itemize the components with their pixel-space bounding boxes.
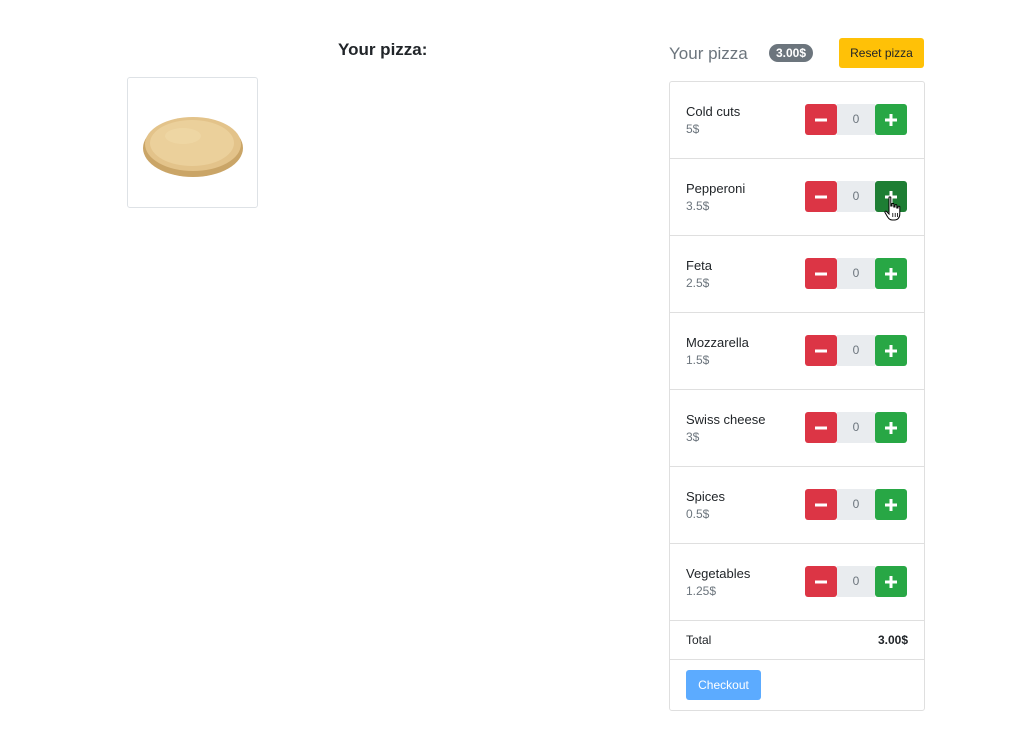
ingredient-name: Vegetables xyxy=(686,566,751,581)
ingredient-row-cold-cuts: Cold cuts 5$ 0 xyxy=(670,82,924,159)
minus-icon xyxy=(815,118,827,121)
ingredient-price: 3$ xyxy=(686,430,700,444)
decrease-button[interactable] xyxy=(805,566,837,597)
ingredient-row-mozzarella: Mozzarella 1.5$ 0 xyxy=(670,313,924,390)
increase-button[interactable] xyxy=(875,489,907,520)
decrease-button[interactable] xyxy=(805,258,837,289)
ingredient-row-feta: Feta 2.5$ 0 xyxy=(670,236,924,313)
price-badge: 3.00$ xyxy=(769,44,814,62)
quantity-field[interactable]: 0 xyxy=(837,489,875,520)
decrease-button[interactable] xyxy=(805,489,837,520)
ingredient-name: Mozzarella xyxy=(686,335,749,350)
ingredient-price: 1.25$ xyxy=(686,584,717,598)
total-value: 3.00$ xyxy=(877,633,908,647)
ingredient-name: Swiss cheese xyxy=(686,412,766,427)
quantity-field[interactable]: 0 xyxy=(837,181,875,212)
decrease-button[interactable] xyxy=(805,412,837,443)
plus-icon xyxy=(885,344,897,357)
ingredient-list: Cold cuts 5$ 0 Pepperoni 3.5$ 0 Feta 2.5… xyxy=(669,81,925,711)
pizza-preview xyxy=(127,77,258,208)
plus-icon xyxy=(885,498,897,511)
ingredient-price: 1.5$ xyxy=(686,353,710,367)
increase-button[interactable] xyxy=(875,566,907,597)
pizza-preview-title: Your pizza: xyxy=(338,40,428,59)
quantity-field[interactable]: 0 xyxy=(837,566,875,597)
increase-button[interactable] xyxy=(875,258,907,289)
ingredient-price: 0.5$ xyxy=(686,507,710,521)
hand-pointer-icon xyxy=(884,196,901,221)
checkout-row: Checkout xyxy=(670,660,924,708)
ingredient-price: 2.5$ xyxy=(686,276,710,290)
increase-button[interactable] xyxy=(875,104,907,135)
minus-icon xyxy=(815,349,827,352)
ingredient-name: Feta xyxy=(686,258,713,273)
increase-button[interactable] xyxy=(875,412,907,443)
decrease-button[interactable] xyxy=(805,104,837,135)
panel-title: Your pizza xyxy=(669,44,748,63)
ingredient-name: Spices xyxy=(686,489,726,504)
ingredient-name: Cold cuts xyxy=(686,104,741,119)
plus-icon xyxy=(885,575,897,588)
ingredient-row-swiss-cheese: Swiss cheese 3$ 0 xyxy=(670,390,924,467)
total-row: Total 3.00$ xyxy=(670,621,924,660)
ingredient-price: 5$ xyxy=(686,122,700,136)
ingredient-price: 3.5$ xyxy=(686,199,710,213)
minus-icon xyxy=(815,426,827,429)
total-label: Total xyxy=(686,633,712,647)
quantity-field[interactable]: 0 xyxy=(837,104,875,135)
checkout-button[interactable]: Checkout xyxy=(686,670,761,700)
quantity-field[interactable]: 0 xyxy=(837,258,875,289)
increase-button[interactable] xyxy=(875,335,907,366)
decrease-button[interactable] xyxy=(805,181,837,212)
plus-icon xyxy=(885,113,897,126)
ingredient-name: Pepperoni xyxy=(686,181,746,196)
pizza-base-image xyxy=(143,117,243,177)
plus-icon xyxy=(885,421,897,434)
minus-icon xyxy=(815,503,827,506)
panel-header: Your pizza 3.00$ Reset pizza xyxy=(669,38,924,68)
plus-icon xyxy=(885,267,897,280)
reset-pizza-button[interactable]: Reset pizza xyxy=(839,38,924,68)
quantity-field[interactable]: 0 xyxy=(837,412,875,443)
decrease-button[interactable] xyxy=(805,335,837,366)
minus-icon xyxy=(815,272,827,275)
minus-icon xyxy=(815,580,827,583)
ingredient-row-spices: Spices 0.5$ 0 xyxy=(670,467,924,544)
quantity-field[interactable]: 0 xyxy=(837,335,875,366)
minus-icon xyxy=(815,195,827,198)
ingredient-row-vegetables: Vegetables 1.25$ 0 xyxy=(670,544,924,621)
